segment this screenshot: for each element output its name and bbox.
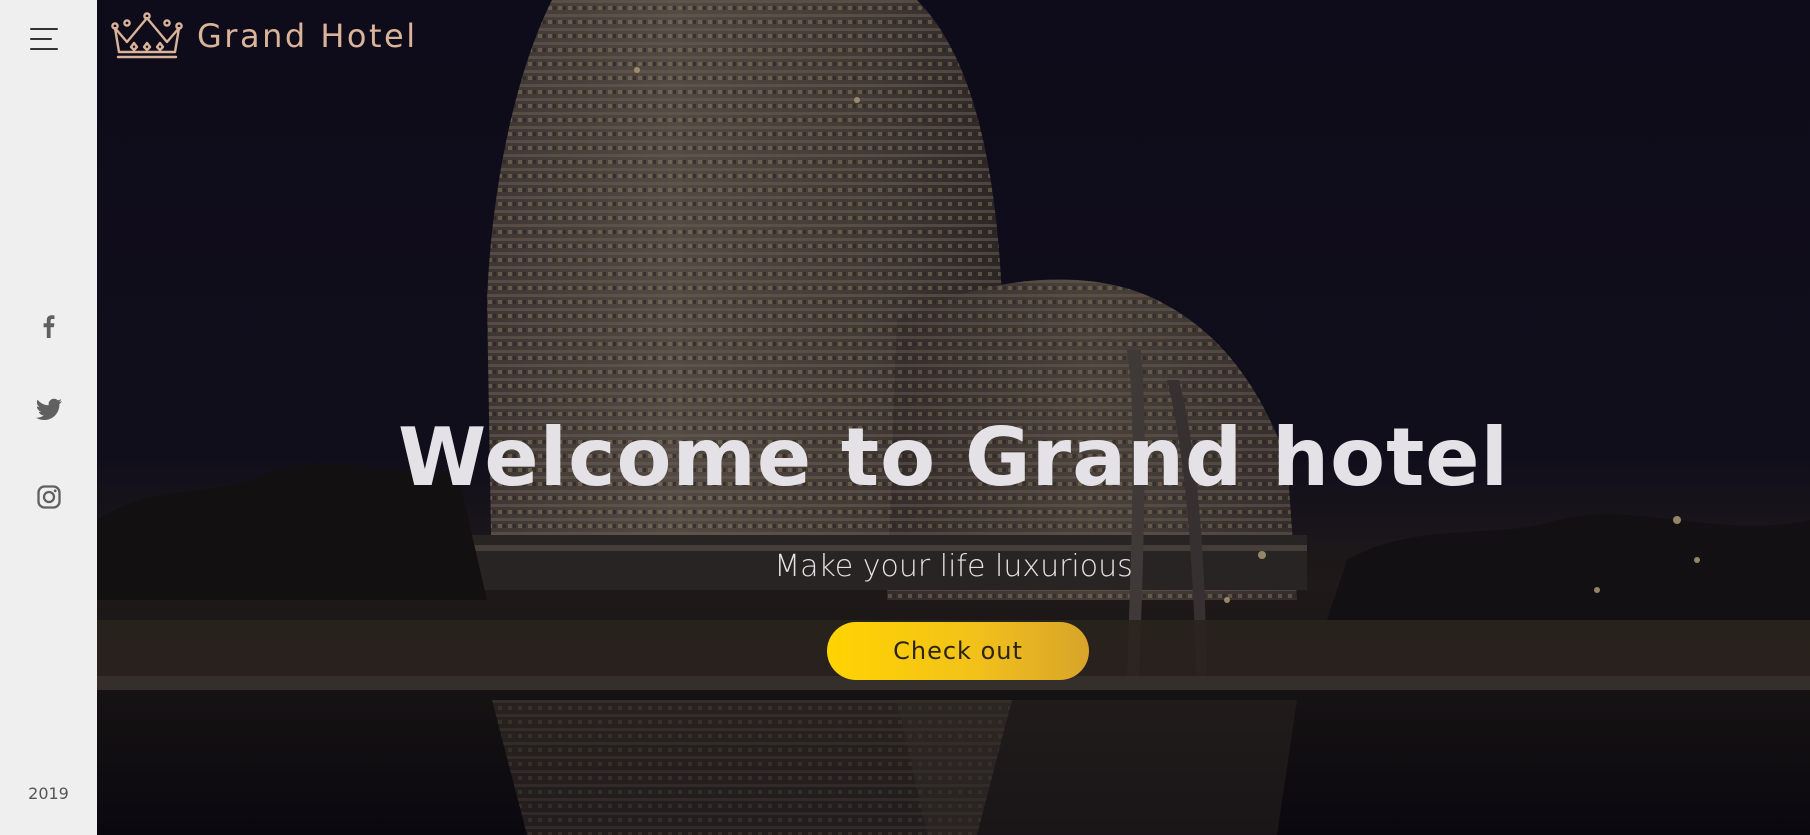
hero-title: Welcome to Grand hotel [398, 411, 1509, 504]
copyright-year: 2019 [28, 784, 69, 803]
check-out-button[interactable]: Check out [827, 622, 1089, 680]
sidebar: 2019 [0, 0, 97, 835]
hero-content: Welcome to Grand hotel Make your life lu… [97, 0, 1810, 835]
page: 2019 Grand Hotel Welcome to Grand hotel … [0, 0, 1810, 835]
twitter-icon[interactable] [0, 398, 97, 422]
hero-subtitle: Make your life luxurious [774, 549, 1133, 584]
hamburger-menu-icon[interactable] [30, 26, 62, 52]
facebook-icon[interactable] [0, 313, 97, 339]
brand-name: Grand Hotel [197, 17, 418, 55]
brand-logo[interactable]: Grand Hotel [107, 12, 418, 60]
instagram-icon[interactable] [0, 484, 97, 510]
crown-icon [111, 12, 183, 59]
